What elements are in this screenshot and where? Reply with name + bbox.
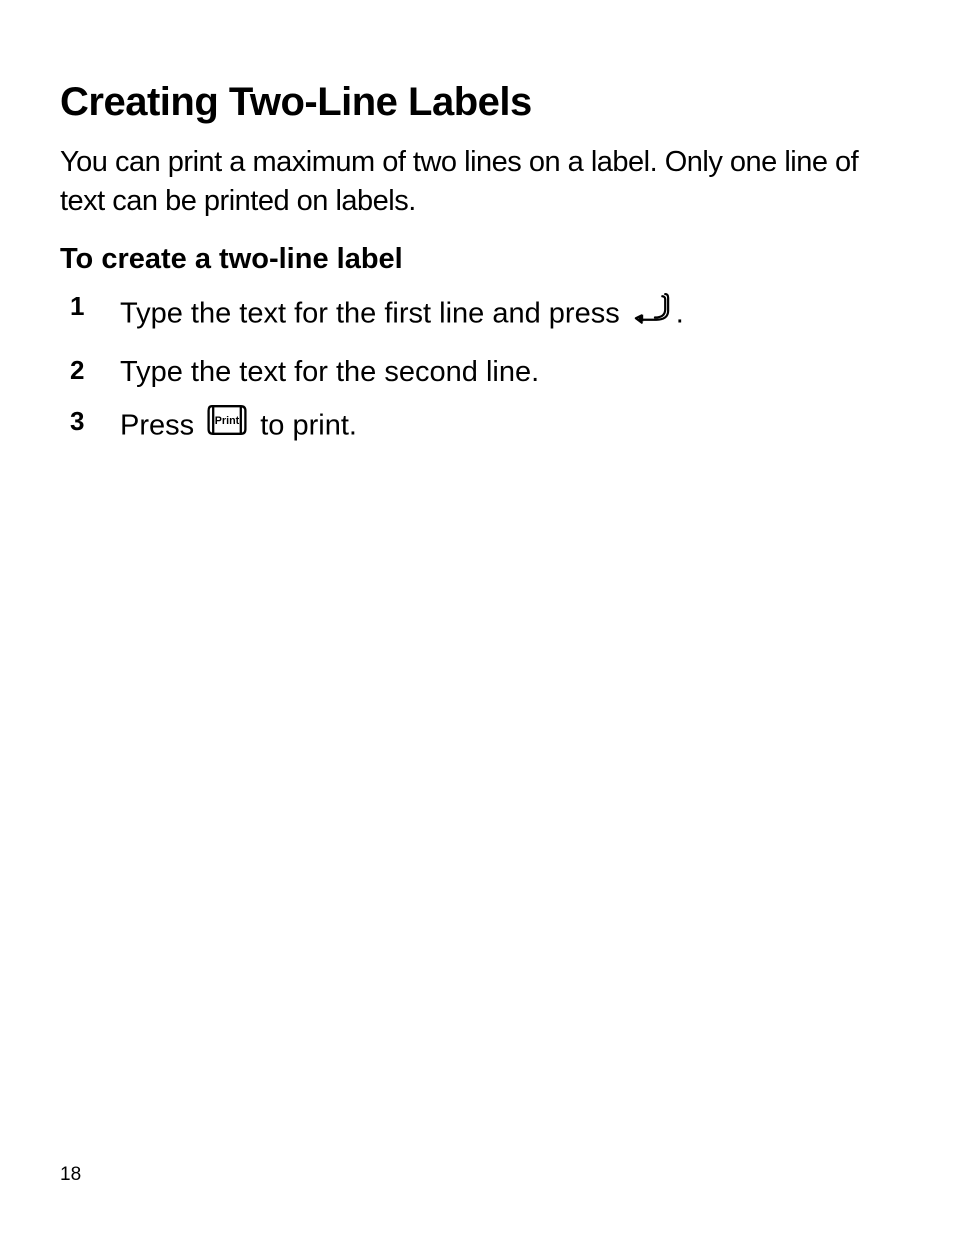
step-text-after: . (676, 298, 684, 330)
step-text-after: to print. (252, 410, 357, 442)
step-text: Type the text for the first line and pre… (120, 298, 628, 330)
step-text: Press (120, 410, 202, 442)
step-number: 2 (70, 350, 84, 390)
step-1: 1 Type the text for the first line and p… (120, 286, 894, 344)
step-3: 3 Press Print to print. (120, 401, 894, 453)
enter-key-icon (630, 286, 674, 344)
step-number: 3 (70, 401, 84, 441)
step-text: Type the text for the second line. (120, 356, 539, 388)
print-key-icon: Print (204, 401, 250, 453)
page-number: 18 (60, 1164, 81, 1186)
intro-paragraph: You can print a maximum of two lines on … (60, 143, 894, 221)
print-key-label: Print (215, 415, 240, 427)
step-2: 2 Type the text for the second line. (120, 350, 894, 395)
steps-list: 1 Type the text for the first line and p… (60, 286, 894, 453)
page-title: Creating Two-Line Labels (60, 80, 894, 125)
procedure-title: To create a two-line label (60, 243, 894, 276)
document-page: Creating Two-Line Labels You can print a… (0, 0, 954, 1246)
step-number: 1 (70, 286, 84, 326)
